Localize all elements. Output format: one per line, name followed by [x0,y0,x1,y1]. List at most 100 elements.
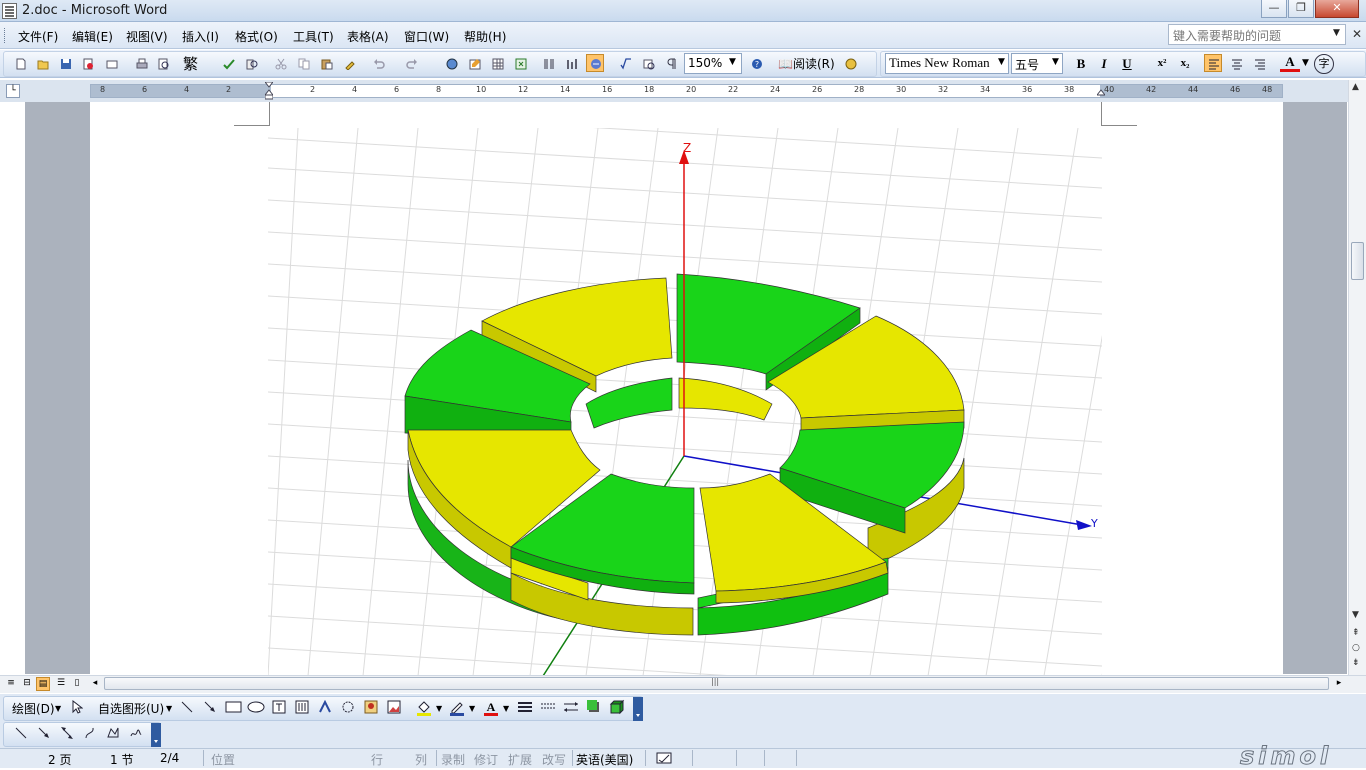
superscript-button[interactable]: x² [1152,54,1172,74]
show-hide-button[interactable] [640,55,658,73]
menu-tools[interactable]: 工具(T) [293,28,334,45]
reading-layout-button[interactable]: 📖阅读(R) [778,55,835,72]
tables-borders-button[interactable] [466,55,484,73]
italic-button[interactable]: I [1094,54,1114,74]
menu-view[interactable]: 视图(V) [126,28,168,45]
rectangle-tool-icon[interactable] [225,700,243,714]
line-color-dropdown-icon[interactable]: ▼ [469,704,475,713]
scroll-down-icon[interactable]: ▼ [1352,610,1359,620]
vertical-scroll-thumb[interactable] [1351,242,1364,280]
tab-stop-selector[interactable]: └ [6,84,20,98]
menu-help[interactable]: 帮助(H) [464,28,506,45]
scroll-right-icon[interactable]: ▸ [1332,677,1346,691]
double-arrow-icon[interactable] [60,726,74,740]
help-button[interactable]: ? [748,55,766,73]
new-document-button[interactable] [12,55,30,73]
line-color-icon[interactable] [449,700,465,716]
line-tool-icon[interactable] [180,700,194,714]
close-button[interactable]: ✕ [1315,0,1359,18]
align-left-button[interactable] [1204,54,1222,72]
equation-button[interactable] [617,55,635,73]
underline-button[interactable]: U [1117,54,1137,74]
draw-dropdown-icon[interactable]: ▼ [55,704,61,713]
outline-view-icon[interactable]: ☰ [54,677,68,691]
redo-button[interactable] [403,55,421,73]
menu-file[interactable]: 文件(F) [18,28,58,45]
align-right-button[interactable] [1251,55,1269,73]
toolbar-grip[interactable] [4,28,7,43]
draw-menu-button[interactable]: 绘图(D) [12,700,55,717]
diagram-icon[interactable] [341,700,355,714]
minimize-button[interactable]: — [1261,0,1287,18]
first-line-indent-marker[interactable] [265,82,273,100]
status-overtype[interactable]: 改写 [542,751,566,768]
wordart-icon[interactable] [318,700,332,714]
textbox-tool-icon[interactable] [272,700,286,714]
status-language[interactable]: 英语(美国) [576,751,633,768]
close-document-icon[interactable]: ✕ [1352,27,1362,41]
line-style-icon[interactable] [517,700,533,714]
font-dropdown-icon[interactable]: ▼ [998,57,1005,67]
spelling-button[interactable] [220,55,238,73]
cut-button[interactable] [272,55,290,73]
draw-font-color-dropdown-icon[interactable]: ▼ [503,704,509,713]
font-color-dropdown-icon[interactable]: ▼ [1302,58,1309,68]
document-map-button[interactable] [586,54,604,72]
hyperlink-button[interactable] [443,55,461,73]
3d-style-icon[interactable] [609,699,625,715]
line-icon[interactable] [14,726,28,740]
help-search-input[interactable]: 键入需要帮助的问题 [1168,24,1346,45]
insert-picture-icon[interactable] [387,700,401,714]
save-button[interactable] [57,55,75,73]
select-objects-icon[interactable] [71,700,83,714]
enclose-character-button[interactable]: 字 [1314,54,1334,74]
email-button[interactable] [103,55,121,73]
next-page-icon[interactable]: ⇟ [1352,658,1360,668]
line-toolbar-options-icon[interactable] [151,723,161,747]
draw-font-color-icon[interactable]: A [483,700,499,716]
menu-insert[interactable]: 插入(I) [182,28,219,45]
help-dropdown-icon[interactable]: ▼ [1333,28,1340,38]
align-center-button[interactable] [1228,55,1246,73]
menu-window[interactable]: 窗口(W) [404,28,449,45]
autoshapes-button[interactable]: 自选图形(U) [98,700,164,717]
print-preview-button[interactable] [155,55,173,73]
menu-table[interactable]: 表格(A) [347,28,389,45]
freeform-icon[interactable] [106,726,120,740]
stop-button[interactable] [842,55,860,73]
zoom-dropdown-icon[interactable]: ▼ [729,57,736,67]
pilcrow-button[interactable] [663,55,681,73]
insert-excel-button[interactable] [512,55,530,73]
spelling-status-icon[interactable] [656,751,672,765]
copy-button[interactable] [295,55,313,73]
menu-format[interactable]: 格式(O) [235,28,278,45]
arrow-icon[interactable] [37,726,51,740]
permission-button[interactable] [79,55,97,73]
reading-view-icon[interactable]: ▯ [70,677,84,691]
scroll-left-icon[interactable]: ◂ [88,677,102,691]
fill-color-icon[interactable] [416,700,432,716]
print-layout-icon[interactable]: ▤ [36,677,50,691]
menu-edit[interactable]: 编辑(E) [72,28,113,45]
font-color-button[interactable]: A [1280,54,1300,72]
research-button[interactable] [243,55,261,73]
restore-button[interactable]: ❐ [1288,0,1314,18]
size-dropdown-icon[interactable]: ▼ [1052,57,1059,67]
scroll-up-icon[interactable]: ▲ [1352,82,1359,92]
browse-object-icon[interactable]: ○ [1352,643,1360,653]
autoshapes-dropdown-icon[interactable]: ▼ [166,704,172,713]
open-button[interactable] [34,55,52,73]
font-name-select[interactable]: Times New Roman [885,53,1009,74]
shadow-style-icon[interactable] [586,699,600,713]
columns-button[interactable] [540,55,558,73]
clipart-icon[interactable] [364,700,378,714]
status-extend[interactable]: 扩展 [508,751,532,768]
arrow-style-icon[interactable] [563,700,579,714]
paste-button[interactable] [318,55,336,73]
horizontal-scroll-thumb[interactable]: ||| [104,677,1329,690]
status-record[interactable]: 录制 [441,751,465,768]
insert-table-button[interactable] [489,55,507,73]
print-button[interactable] [133,55,151,73]
fill-color-dropdown-icon[interactable]: ▼ [436,704,442,713]
bold-button[interactable]: B [1071,54,1091,74]
